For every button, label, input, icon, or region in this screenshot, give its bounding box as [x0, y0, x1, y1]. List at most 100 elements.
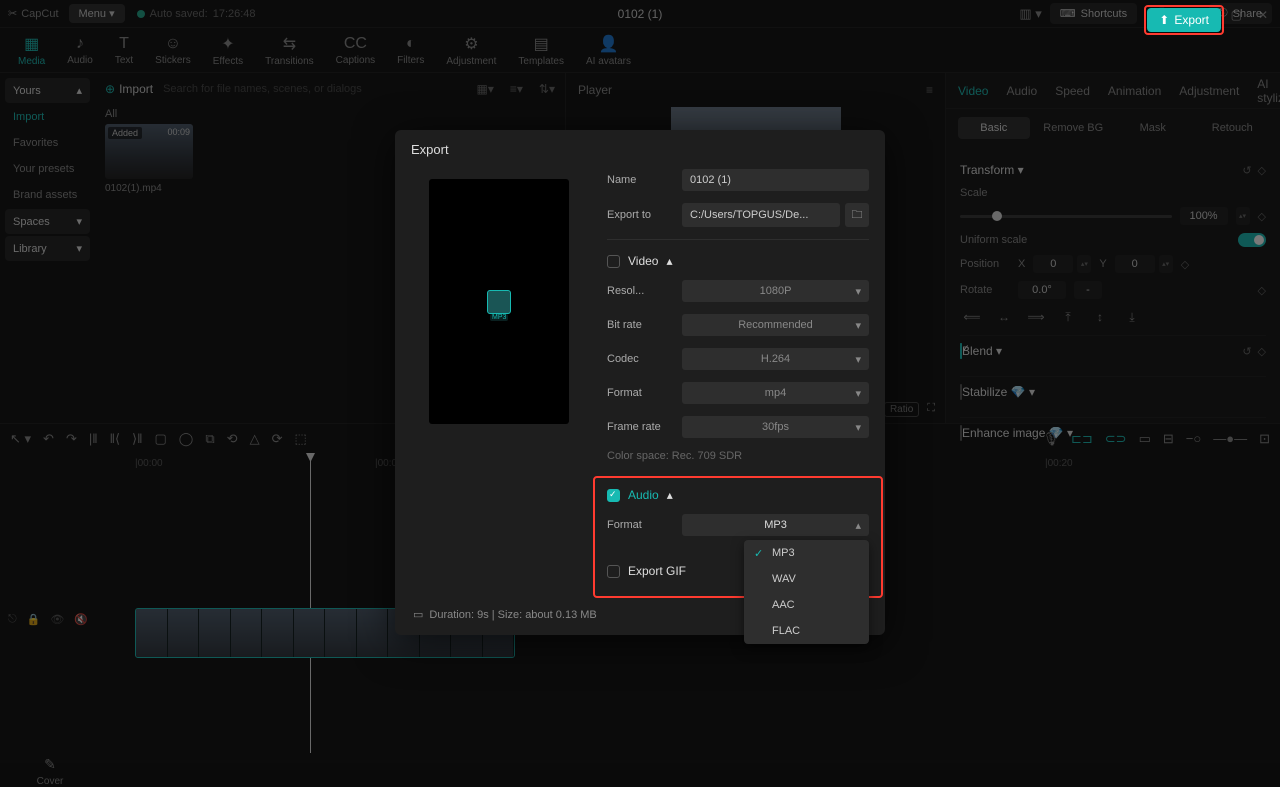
nav-presets[interactable]: Your presets: [5, 157, 90, 181]
video-format-select[interactable]: mp4▾: [682, 382, 869, 404]
scale-stepper[interactable]: ▴▾: [1236, 207, 1250, 225]
video-checkbox[interactable]: [607, 255, 620, 268]
path-input[interactable]: [682, 203, 840, 227]
track-icon[interactable]: ⊟: [1163, 431, 1174, 447]
align-vcenter-icon[interactable]: ↕: [1088, 307, 1112, 327]
inspector-tab-ai stylize[interactable]: AI stylize: [1257, 77, 1280, 105]
scale-value[interactable]: 100%: [1180, 207, 1228, 225]
ratio-button[interactable]: Ratio: [884, 402, 919, 417]
tool-adjustment[interactable]: ⚙Adjustment: [436, 31, 506, 70]
inspector-subtab-basic[interactable]: Basic: [958, 117, 1030, 139]
browse-button[interactable]: 🗀: [845, 203, 869, 227]
pointer-icon[interactable]: ↖ ▾: [10, 431, 31, 447]
align-hcenter-icon[interactable]: ↔: [992, 307, 1016, 327]
align-right-icon[interactable]: ⟹: [1024, 307, 1048, 327]
mic-icon[interactable]: 🎙: [1042, 431, 1059, 447]
track-lock-icon[interactable]: 🔒: [27, 613, 41, 626]
inspector-subtab-retouch[interactable]: Retouch: [1197, 117, 1269, 139]
link-icon[interactable]: ⊂⊃: [1105, 431, 1127, 447]
align-left-icon[interactable]: ⟸: [960, 307, 984, 327]
tool-templates[interactable]: ▤Templates: [508, 31, 574, 70]
playhead[interactable]: [310, 453, 311, 753]
marker-icon[interactable]: ◯: [179, 431, 194, 447]
codec-select[interactable]: H.264▾: [682, 348, 869, 370]
inspector-tab-video[interactable]: Video: [958, 84, 988, 98]
dd-flac[interactable]: FLAC: [744, 618, 869, 644]
rotate-icon[interactable]: ⟳: [272, 431, 283, 447]
scale-keyframe-icon[interactable]: ◇: [1258, 210, 1266, 223]
rotate-keyframe-icon[interactable]: ◇: [1258, 284, 1266, 297]
uniform-toggle[interactable]: [1238, 233, 1266, 247]
align-top-icon[interactable]: ⤒: [1056, 307, 1080, 327]
grid-view-icon[interactable]: ▦▾: [477, 82, 494, 96]
cover-button[interactable]: ✎Cover: [8, 756, 92, 787]
tool-stickers[interactable]: ☺Stickers: [145, 32, 201, 69]
redo-icon[interactable]: ↷: [66, 431, 77, 447]
zoom-fit-icon[interactable]: ⊡: [1259, 431, 1270, 447]
audio-format-select[interactable]: MP3▴: [682, 514, 869, 536]
pos-keyframe-icon[interactable]: ◇: [1181, 258, 1189, 271]
inspector-subtab-remove-bg[interactable]: Remove BG: [1038, 117, 1110, 139]
reset-icon[interactable]: ↺: [1242, 164, 1251, 177]
undo-icon[interactable]: ↶: [43, 431, 54, 447]
delete-icon[interactable]: ▢: [155, 431, 167, 447]
pos-y-input[interactable]: [1115, 255, 1155, 273]
split-icon[interactable]: |‖: [89, 431, 98, 446]
fullscreen-icon[interactable]: ⛶: [927, 402, 935, 417]
nav-spaces[interactable]: Spaces▾: [5, 209, 90, 234]
nav-favorites[interactable]: Favorites: [5, 131, 90, 155]
tool-captions[interactable]: CCCaptions: [326, 32, 385, 69]
tool-media[interactable]: ▦Media: [8, 31, 55, 70]
search-input[interactable]: Search for file names, scenes, or dialog…: [163, 83, 460, 95]
fps-select[interactable]: 30fps▾: [682, 416, 869, 438]
tool-transitions[interactable]: ⇆Transitions: [255, 31, 324, 70]
zoom-out-icon[interactable]: −○: [1186, 431, 1201, 446]
keyframe-icon[interactable]: ◇: [1258, 164, 1266, 177]
tool-effects[interactable]: ✦Effects: [203, 31, 253, 70]
nav-import[interactable]: Import: [5, 105, 90, 129]
bitrate-select[interactable]: Recommended▾: [682, 314, 869, 336]
dd-mp3[interactable]: MP3: [744, 540, 869, 566]
rotate-value[interactable]: 0.0°: [1018, 281, 1066, 299]
media-clip[interactable]: Added 00:09 0102(1).mp4: [105, 124, 195, 194]
mute-icon[interactable]: 🔇: [74, 613, 88, 626]
inspector-subtab-mask[interactable]: Mask: [1117, 117, 1189, 139]
inspector-tab-adjustment[interactable]: Adjustment: [1179, 84, 1239, 98]
magnet-icon[interactable]: ⊏⊐: [1071, 431, 1093, 447]
name-input[interactable]: [682, 169, 869, 191]
eye-icon[interactable]: 👁: [50, 613, 64, 626]
close-icon[interactable]: ✕: [1252, 8, 1274, 22]
inspector-tab-animation[interactable]: Animation: [1108, 84, 1161, 98]
pos-x-input[interactable]: [1033, 255, 1073, 273]
tool-audio[interactable]: ♪Audio: [57, 32, 103, 69]
gif-checkbox[interactable]: [607, 565, 620, 578]
blend-checkbox[interactable]: [960, 343, 962, 359]
dd-wav[interactable]: WAV: [744, 566, 869, 592]
maximize-icon[interactable]: ▢: [1225, 8, 1248, 22]
shortcuts-button[interactable]: ⌨ Shortcuts: [1050, 3, 1137, 24]
import-button[interactable]: ⊕ Import: [105, 82, 153, 96]
split-left-icon[interactable]: ‖⟨: [110, 431, 120, 447]
mirror-icon[interactable]: △: [250, 431, 260, 447]
split-right-icon[interactable]: ⟩‖: [132, 431, 142, 447]
tool-ai avatars[interactable]: 👤AI avatars: [576, 31, 641, 70]
filter-icon[interactable]: ⇅▾: [539, 82, 555, 96]
player-menu-icon[interactable]: ≡: [926, 83, 933, 97]
export-button[interactable]: ⬆ Export: [1147, 8, 1221, 32]
inspector-tab-speed[interactable]: Speed: [1055, 84, 1090, 98]
reverse-icon[interactable]: ⟲: [227, 431, 238, 447]
nav-brand[interactable]: Brand assets: [5, 183, 90, 207]
zoom-slider[interactable]: —●—: [1213, 431, 1247, 446]
tool-filters[interactable]: ◐Filters: [387, 32, 434, 69]
lock-icon[interactable]: ⎋: [8, 613, 17, 626]
inspector-tab-audio[interactable]: Audio: [1006, 84, 1037, 98]
layout-icon[interactable]: ▥ ▾: [1019, 6, 1041, 22]
resolution-select[interactable]: 1080P▾: [682, 280, 869, 302]
preview-icon[interactable]: ▭: [1139, 431, 1151, 447]
tool-text[interactable]: TText: [105, 32, 143, 69]
align-bottom-icon[interactable]: ⤓: [1120, 307, 1144, 327]
crop-icon[interactable]: ⬚: [294, 431, 306, 447]
nav-yours[interactable]: Yours▴: [5, 78, 90, 103]
dd-aac[interactable]: AAC: [744, 592, 869, 618]
menu-button[interactable]: Menu ▾: [69, 4, 125, 23]
